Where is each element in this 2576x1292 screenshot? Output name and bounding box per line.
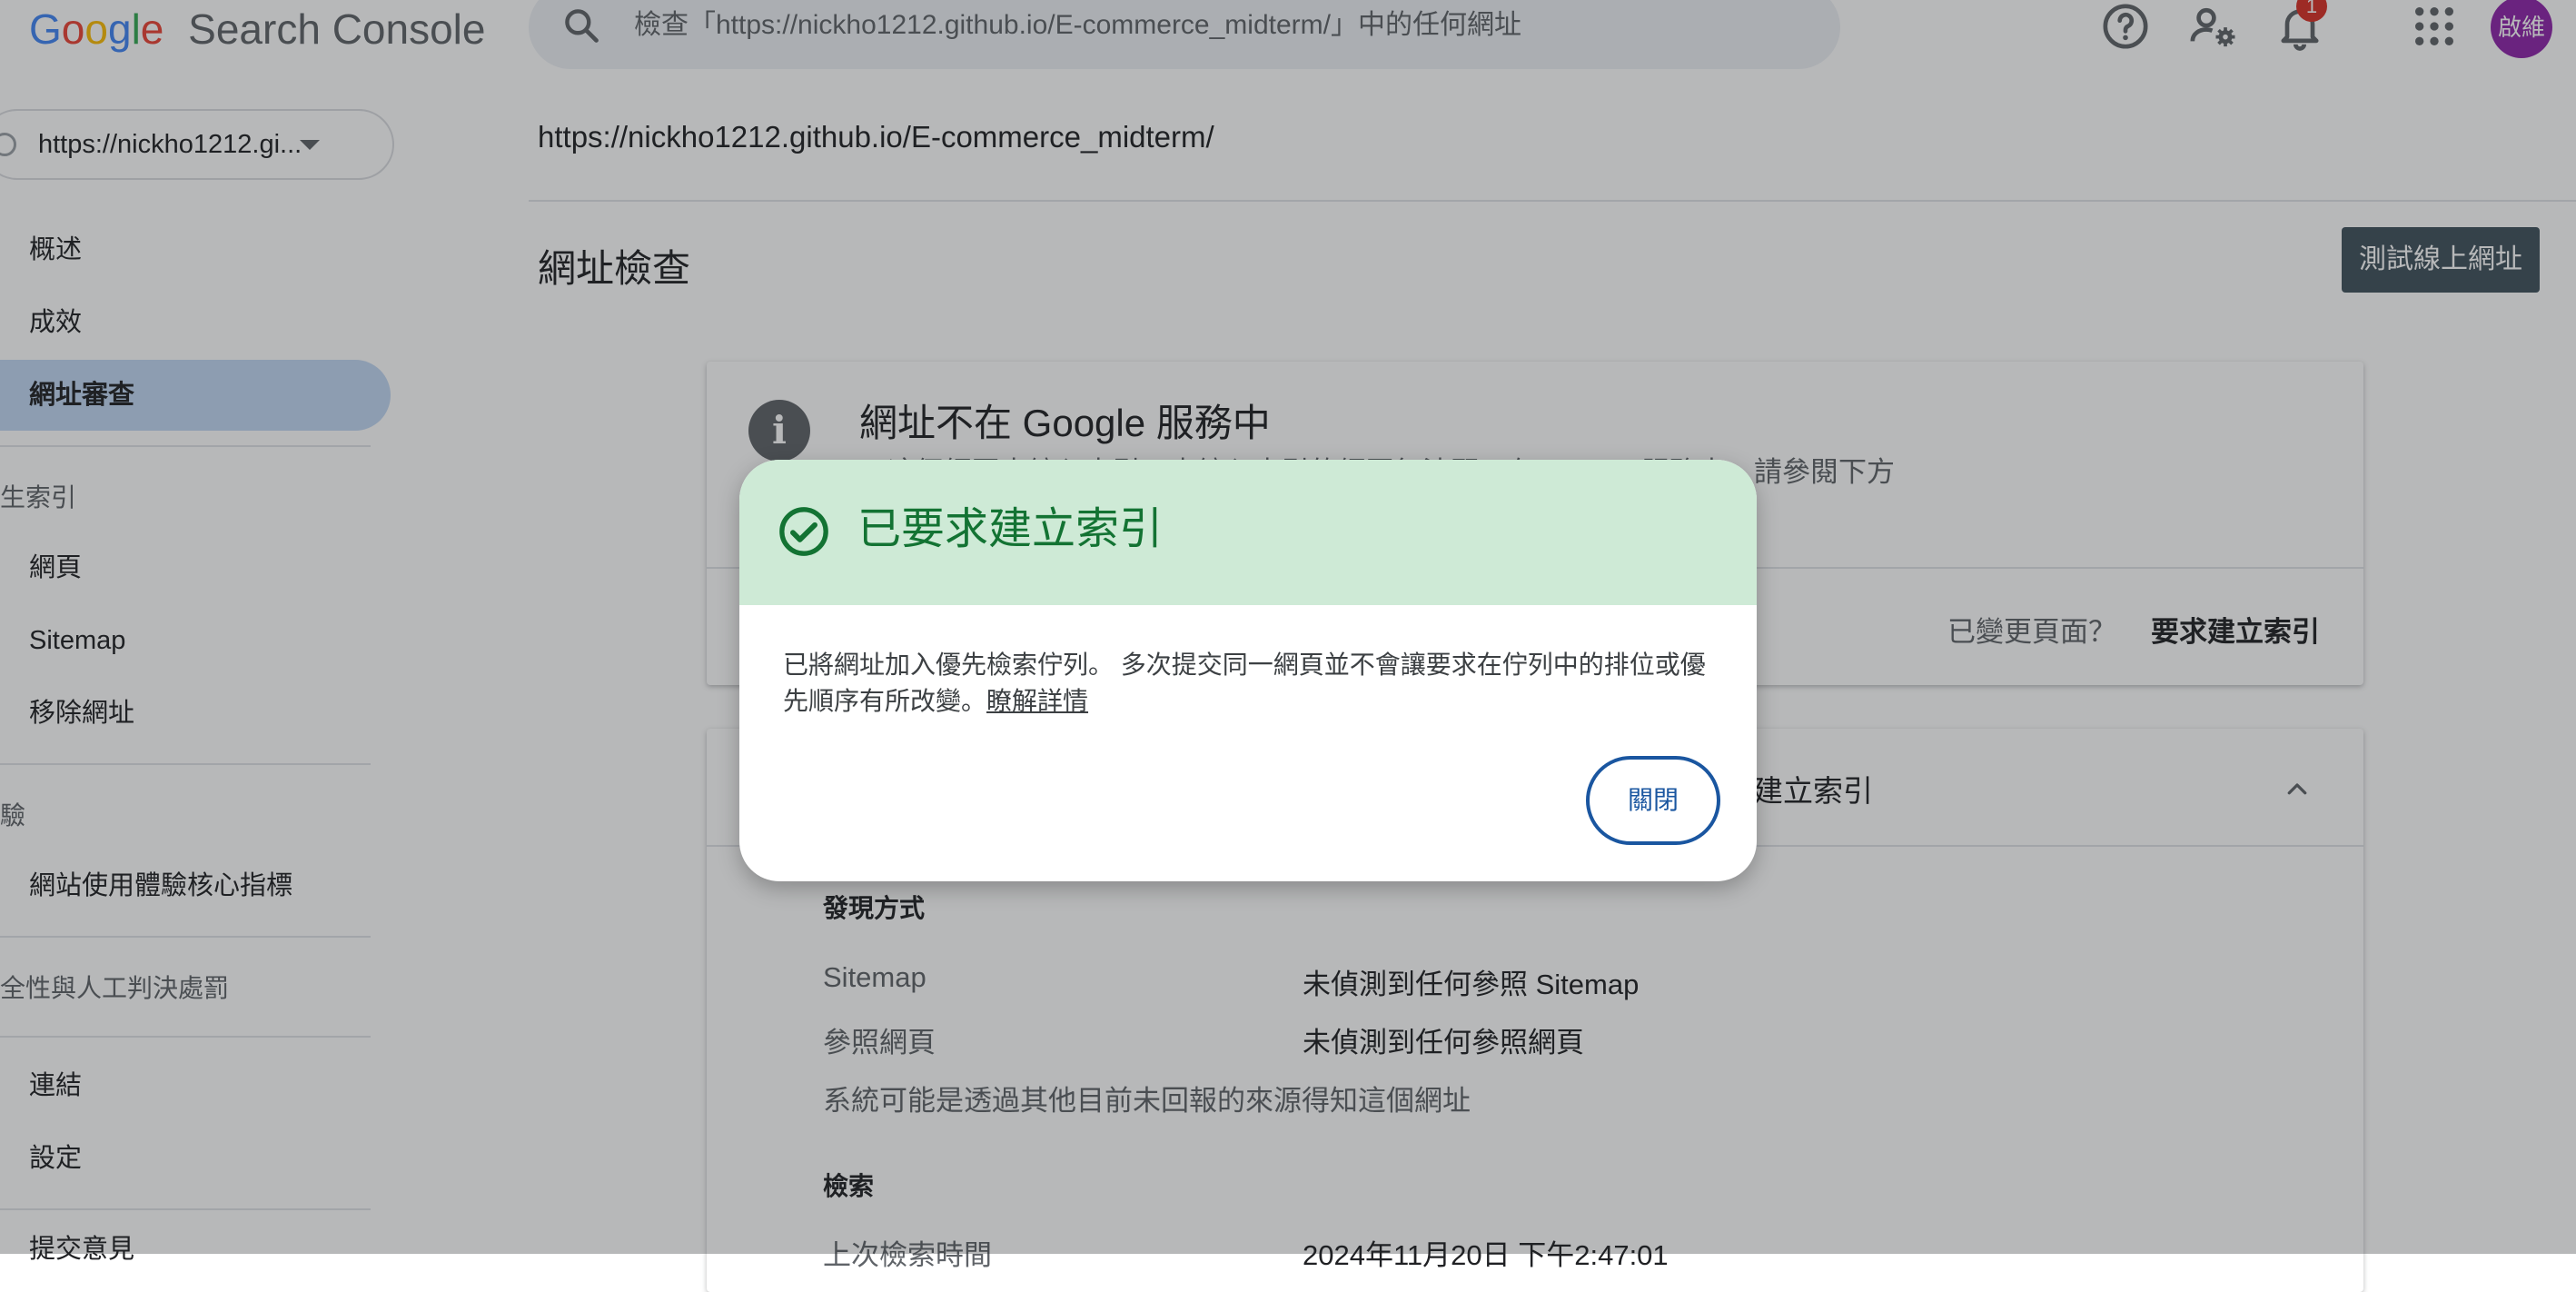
dialog-message: 已將網址加入優先檢索佇列。 多次提交同一網頁並不會讓要求在佇列中的排位或優 先順… — [783, 647, 1719, 720]
dialog-title: 已要求建立索引 — [857, 505, 1164, 553]
dialog-message-line: 先順序有所改變。 — [783, 687, 987, 715]
dialog-header: 已要求建立索引 — [739, 460, 1757, 605]
dialog-message-line: 已將網址加入優先檢索佇列。 多次提交同一網頁並不會讓要求在佇列中的排位或優 — [783, 651, 1706, 679]
learn-more-link[interactable]: 瞭解詳情 — [986, 687, 1088, 715]
check-circle-icon — [779, 507, 828, 556]
close-button[interactable]: 關閉 — [1586, 756, 1720, 845]
indexing-requested-dialog: 已要求建立索引 已將網址加入優先檢索佇列。 多次提交同一網頁並不會讓要求在佇列中… — [739, 460, 1757, 881]
